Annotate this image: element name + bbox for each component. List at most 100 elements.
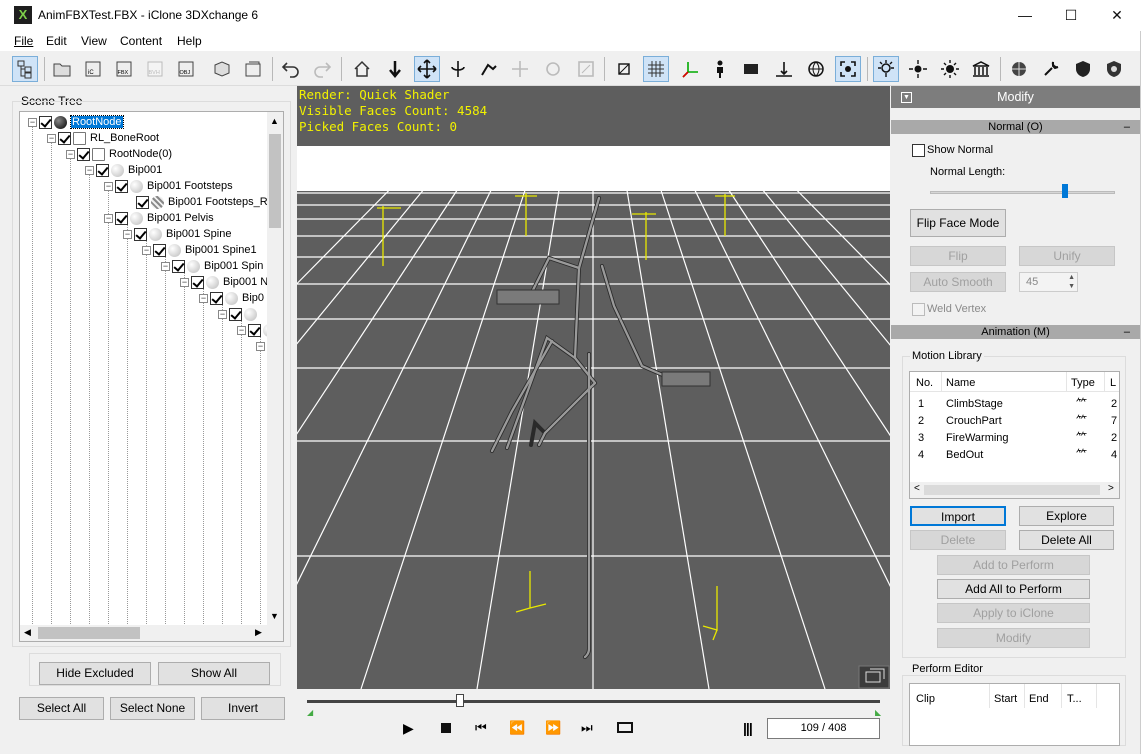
collapse-icon[interactable]: – — [1124, 325, 1130, 339]
collapse-icon[interactable]: ▼ — [901, 92, 912, 103]
floor-icon[interactable] — [771, 56, 797, 82]
scale-tool-icon[interactable] — [476, 56, 502, 82]
explore-button[interactable]: Explore — [1019, 506, 1114, 526]
play-icon[interactable]: ▶ — [403, 720, 414, 737]
hide-excluded-button[interactable]: Hide Excluded — [39, 662, 151, 685]
select-all-button[interactable]: Select All — [19, 697, 104, 720]
column-length[interactable]: L — [1110, 377, 1116, 389]
tree-horizontal-scrollbar[interactable]: ◀ ▶ — [20, 625, 283, 641]
add-to-perform-button[interactable]: Add to Perform — [937, 555, 1090, 575]
axis-icon[interactable] — [677, 56, 703, 82]
timeline-slider[interactable] — [455, 694, 464, 707]
scroll-left-icon[interactable]: ◀ — [24, 627, 31, 638]
web-icon[interactable] — [1006, 56, 1032, 82]
normal-length-slider-thumb[interactable] — [1062, 184, 1068, 198]
fast-forward-icon[interactable]: ⏩ — [545, 720, 561, 736]
menu-content[interactable]: Content — [120, 34, 162, 48]
motion-list-hscrollbar[interactable]: < > — [910, 482, 1119, 498]
export-fbx-icon[interactable]: FBX — [111, 56, 137, 82]
spot-light-icon[interactable] — [905, 56, 931, 82]
tree-node[interactable]: − Bip0 — [199, 290, 264, 306]
minimize-button[interactable]: — — [1002, 0, 1048, 31]
scroll-up-icon[interactable]: ▲ — [270, 116, 279, 126]
column-t[interactable]: T... — [1067, 693, 1082, 705]
box-icon[interactable] — [738, 56, 764, 82]
frame-counter[interactable]: 109 / 408 — [767, 718, 880, 739]
column-type[interactable]: Type — [1071, 377, 1095, 389]
timeline-track[interactable] — [307, 700, 880, 703]
select-none-button[interactable]: Select None — [110, 697, 195, 720]
stepper-arrows-icon[interactable]: ▲ ▼ — [1068, 273, 1075, 291]
export-obj-icon[interactable]: OBJ — [173, 56, 199, 82]
scroll-right-icon[interactable]: > — [1108, 483, 1114, 494]
column-no[interactable]: No. — [916, 377, 933, 389]
import-button[interactable]: Import — [910, 506, 1006, 526]
rotate-tool-icon[interactable] — [445, 56, 471, 82]
menu-edit[interactable]: Edit — [46, 34, 67, 48]
flip-button[interactable]: Flip — [910, 246, 1006, 266]
tree-node[interactable]: − Bip001 Spine1 — [142, 242, 257, 258]
batch-export-icon[interactable] — [240, 56, 266, 82]
pan-icon[interactable] — [507, 56, 533, 82]
normal-section-header[interactable]: Normal (O) – — [891, 120, 1140, 134]
library-icon[interactable] — [968, 56, 994, 82]
settings-shield-icon[interactable] — [1070, 56, 1096, 82]
drop-to-ground-icon[interactable] — [382, 56, 408, 82]
viewport-restore-icon[interactable] — [859, 666, 889, 688]
weld-vertex-checkbox[interactable] — [912, 303, 925, 316]
scroll-thumb[interactable] — [924, 485, 1100, 495]
smooth-angle-stepper[interactable]: 45 ▲ ▼ — [1019, 272, 1078, 292]
scroll-right-icon[interactable]: ▶ — [255, 627, 262, 638]
reset-icon[interactable] — [540, 56, 566, 82]
sun-icon[interactable] — [937, 56, 963, 82]
tree-node[interactable]: Bip001 Footsteps_R — [136, 194, 268, 210]
tree-node[interactable]: − Bip001 — [85, 162, 162, 178]
column-start[interactable]: Start — [994, 693, 1017, 705]
delete-button[interactable]: Delete — [910, 530, 1006, 550]
tree-node[interactable]: − — [256, 338, 267, 354]
motion-row[interactable]: 3 FireWarming ⺮ 2 — [910, 430, 1119, 447]
add-all-to-perform-button[interactable]: Add All to Perform — [937, 579, 1090, 599]
modify-button[interactable]: Modify — [937, 628, 1090, 648]
import-icon[interactable]: iC — [80, 56, 106, 82]
wrench-icon[interactable] — [1038, 56, 1064, 82]
redo-icon[interactable] — [309, 56, 335, 82]
character-icon[interactable] — [707, 56, 733, 82]
close-button[interactable]: ✕ — [1094, 0, 1140, 31]
scroll-left-icon[interactable]: < — [914, 483, 920, 494]
move-tool-icon[interactable] — [414, 56, 440, 82]
motion-row[interactable]: 1 ClimbStage ⺮ 2 — [910, 396, 1119, 413]
show-all-button[interactable]: Show All — [158, 662, 270, 685]
motion-row[interactable]: 2 CrouchPart ⺮ 7 — [910, 413, 1119, 430]
home-icon[interactable] — [349, 56, 375, 82]
stop-icon[interactable] — [441, 723, 451, 733]
menu-help[interactable]: Help — [177, 34, 202, 48]
animation-section-header[interactable]: Animation (M) – — [891, 325, 1140, 339]
tree-node[interactable]: − Bip001 Footsteps — [104, 178, 233, 194]
scene-tree-toggle-icon[interactable] — [12, 56, 38, 82]
auto-smooth-button[interactable]: Auto Smooth — [910, 272, 1006, 292]
undo-icon[interactable] — [278, 56, 304, 82]
open-folder-icon[interactable] — [49, 56, 75, 82]
show-normal-checkbox[interactable] — [912, 144, 925, 157]
perform-list[interactable]: Clip Start End T... — [909, 683, 1120, 746]
scene-tree[interactable]: − RootNode − RL_BoneRoot − RootNode(0) − Bip… — [19, 111, 284, 642]
plugin-icon[interactable] — [1101, 56, 1127, 82]
loop-icon[interactable] — [617, 722, 633, 733]
scroll-thumb[interactable] — [38, 627, 140, 639]
wireframe-icon[interactable] — [611, 56, 637, 82]
column-name[interactable]: Name — [946, 377, 975, 389]
maximize-button[interactable]: ☐ — [1048, 0, 1094, 31]
scroll-down-icon[interactable]: ▼ — [270, 611, 279, 621]
delete-all-button[interactable]: Delete All — [1019, 530, 1114, 550]
tree-node[interactable]: − Bip001 N — [180, 274, 268, 290]
globe-icon[interactable] — [803, 56, 829, 82]
flip-face-mode-button[interactable]: Flip Face Mode — [910, 209, 1006, 237]
light-icon[interactable] — [873, 56, 899, 82]
normal-length-slider[interactable] — [930, 191, 1115, 194]
tree-node[interactable]: − RL_BoneRoot — [47, 130, 159, 146]
tree-node[interactable]: − Bip001 Spine — [123, 226, 231, 242]
tree-node[interactable]: − RootNode(0) — [66, 146, 172, 162]
motion-row[interactable]: 4 BedOut ⺮ 4 — [910, 447, 1119, 464]
tree-node[interactable]: − Bip001 Spin — [161, 258, 263, 274]
